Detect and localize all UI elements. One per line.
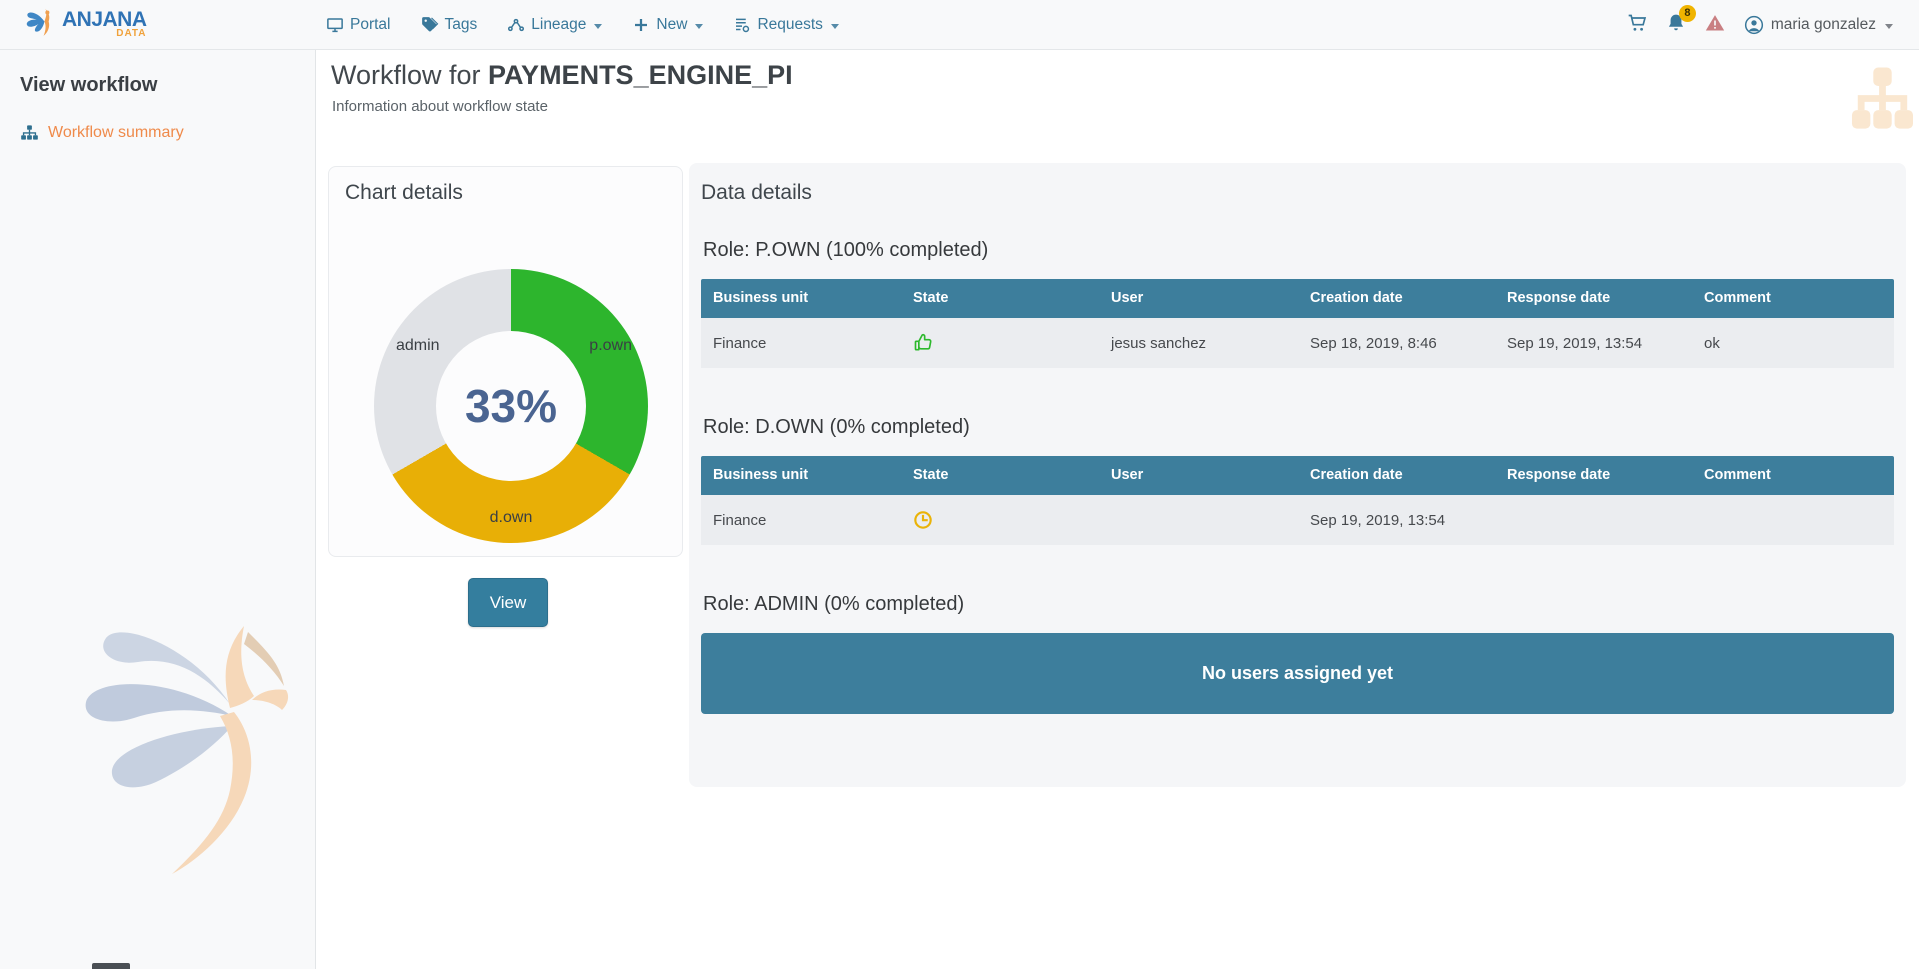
sidebar-item-workflow-summary[interactable]: Workflow summary bbox=[0, 97, 315, 142]
entity-name: PAYMENTS_ENGINE_PI bbox=[488, 60, 793, 90]
col-creation-date: Creation date bbox=[1298, 279, 1495, 318]
user-name: maria gonzalez bbox=[1771, 16, 1876, 34]
role-heading-pown: Role: P.OWN (100% completed) bbox=[703, 237, 1894, 263]
nav-requests[interactable]: Requests bbox=[733, 16, 838, 34]
cell-response-date: Sep 19, 2019, 13:54 bbox=[1495, 318, 1692, 368]
tags-icon bbox=[421, 16, 439, 34]
page-title: Workflow for PAYMENTS_ENGINE_PI bbox=[331, 60, 793, 91]
nav-portal[interactable]: Portal bbox=[326, 16, 391, 34]
col-user: User bbox=[1099, 456, 1298, 495]
col-response-date: Response date bbox=[1495, 279, 1692, 318]
cell-state bbox=[901, 495, 1099, 545]
chevron-down-icon bbox=[831, 24, 839, 29]
sidebar-item-label: Workflow summary bbox=[48, 124, 184, 142]
cart-icon bbox=[1627, 13, 1647, 33]
user-avatar-icon bbox=[1744, 15, 1764, 35]
col-response-date: Response date bbox=[1495, 456, 1692, 495]
nav-new[interactable]: New bbox=[632, 16, 703, 34]
col-business-unit: Business unit bbox=[701, 456, 901, 495]
brand-logo[interactable]: ANJANA DATA bbox=[24, 6, 147, 42]
table-row: Finance jesus sanchez Sep 18, 2019, 8:46… bbox=[701, 318, 1894, 368]
plus-icon bbox=[632, 16, 650, 34]
nav-requests-label: Requests bbox=[757, 16, 822, 34]
notifications-badge: 8 bbox=[1679, 5, 1696, 22]
navbar-right: 8 maria gonzalez bbox=[1627, 0, 1893, 50]
top-navbar: ANJANA DATA Portal Tags Lineage New Requ… bbox=[0, 0, 1919, 50]
nav-lineage-label: Lineage bbox=[531, 16, 586, 34]
col-comment: Comment bbox=[1692, 456, 1894, 495]
col-user: User bbox=[1099, 279, 1298, 318]
cell-response-date bbox=[1495, 495, 1692, 545]
nav-tags[interactable]: Tags bbox=[421, 16, 478, 34]
table-header-row: Business unit State User Creation date R… bbox=[701, 456, 1894, 495]
chart-details-card: Chart details admin p.own d.own 33% bbox=[328, 166, 683, 557]
main-content: Workflow for PAYMENTS_ENGINE_PI Informat… bbox=[317, 50, 1919, 969]
data-panel-title: Data details bbox=[701, 179, 1894, 207]
cell-comment bbox=[1692, 495, 1894, 545]
sitemap-icon bbox=[20, 123, 39, 142]
cell-business-unit: Finance bbox=[701, 318, 901, 368]
data-details-panel: Data details Role: P.OWN (100% completed… bbox=[689, 163, 1906, 787]
monitor-icon bbox=[326, 16, 344, 34]
chart-card-title: Chart details bbox=[345, 181, 463, 205]
warning-triangle-icon bbox=[1705, 13, 1725, 33]
col-state: State bbox=[901, 456, 1099, 495]
nav-tags-label: Tags bbox=[445, 16, 478, 34]
page-subtitle: Information about workflow state bbox=[332, 98, 548, 115]
user-menu[interactable]: maria gonzalez bbox=[1744, 15, 1893, 35]
col-creation-date: Creation date bbox=[1298, 456, 1495, 495]
role-heading-down: Role: D.OWN (0% completed) bbox=[703, 414, 1894, 440]
left-sidebar: View workflow Workflow summary bbox=[0, 50, 316, 969]
view-button[interactable]: View bbox=[468, 578, 548, 627]
anjana-fairy-logo-icon bbox=[24, 6, 58, 42]
col-business-unit: Business unit bbox=[701, 279, 901, 318]
requests-icon bbox=[733, 16, 751, 34]
cell-creation-date: Sep 19, 2019, 13:54 bbox=[1298, 495, 1495, 545]
donut-chart: admin p.own d.own 33% bbox=[374, 269, 648, 543]
no-users-banner: No users assigned yet bbox=[701, 633, 1894, 714]
lineage-icon bbox=[507, 16, 525, 34]
cell-comment: ok bbox=[1692, 318, 1894, 368]
role-table-down: Business unit State User Creation date R… bbox=[701, 456, 1894, 545]
workflow-diagram-icon bbox=[1851, 66, 1913, 133]
sidebar-title: View workflow bbox=[0, 50, 315, 97]
cell-user bbox=[1099, 495, 1298, 545]
chevron-down-icon bbox=[1885, 24, 1893, 29]
donut-center-label: 33% bbox=[374, 269, 648, 543]
main-menu: Portal Tags Lineage New Requests bbox=[326, 0, 839, 50]
cell-business-unit: Finance bbox=[701, 495, 901, 545]
cart-button[interactable] bbox=[1627, 13, 1647, 38]
status-tooltip bbox=[92, 963, 130, 969]
col-comment: Comment bbox=[1692, 279, 1894, 318]
clock-icon bbox=[913, 510, 933, 530]
cell-user: jesus sanchez bbox=[1099, 318, 1298, 368]
nav-lineage[interactable]: Lineage bbox=[507, 16, 602, 34]
alerts-button[interactable] bbox=[1705, 13, 1725, 38]
notifications-button[interactable]: 8 bbox=[1666, 13, 1686, 38]
thumbs-up-icon bbox=[913, 333, 933, 353]
brand-name: ANJANA bbox=[62, 9, 147, 30]
nav-new-label: New bbox=[656, 16, 687, 34]
cell-state bbox=[901, 318, 1099, 368]
cell-creation-date: Sep 18, 2019, 8:46 bbox=[1298, 318, 1495, 368]
role-table-pown: Business unit State User Creation date R… bbox=[701, 279, 1894, 368]
chevron-down-icon bbox=[695, 24, 703, 29]
table-row: Finance Sep 19, 2019, 13:54 bbox=[701, 495, 1894, 545]
nav-portal-label: Portal bbox=[350, 16, 391, 34]
brand-sub: DATA bbox=[116, 29, 146, 39]
anjana-fairy-watermark bbox=[72, 612, 298, 890]
chevron-down-icon bbox=[594, 24, 602, 29]
table-header-row: Business unit State User Creation date R… bbox=[701, 279, 1894, 318]
col-state: State bbox=[901, 279, 1099, 318]
role-heading-admin: Role: ADMIN (0% completed) bbox=[703, 591, 1894, 617]
